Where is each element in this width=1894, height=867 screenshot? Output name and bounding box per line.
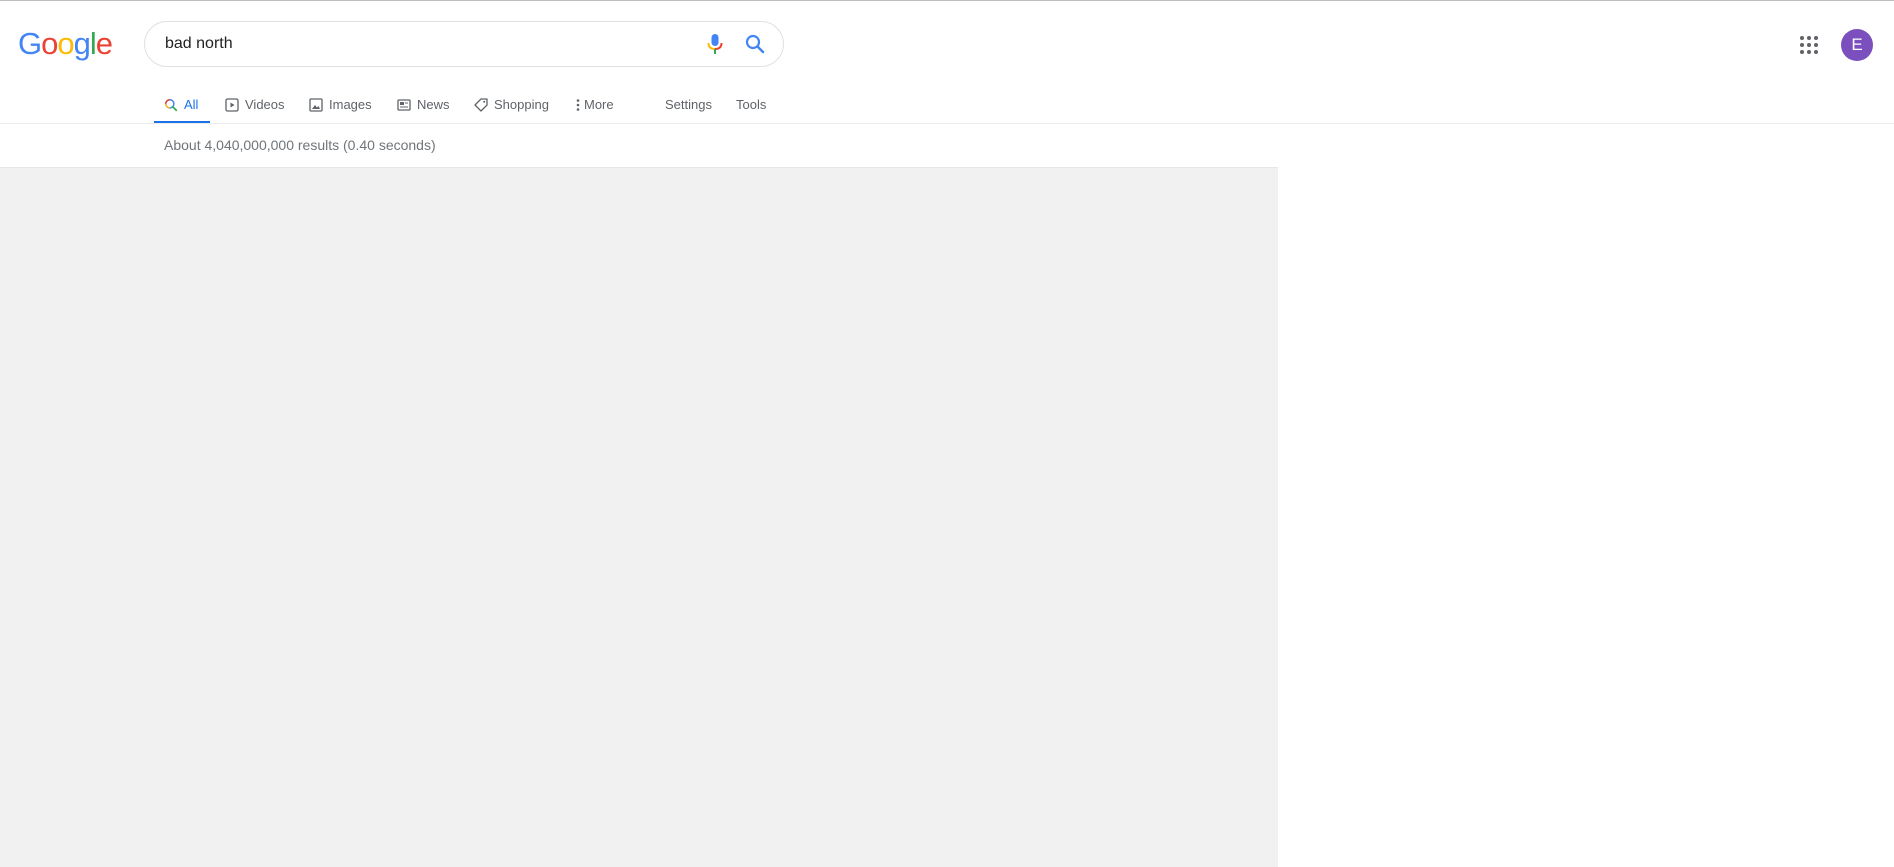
logo-letter: o <box>41 26 58 61</box>
news-icon <box>397 98 411 111</box>
tab-shopping[interactable]: Shopping <box>474 86 549 123</box>
logo-letter: G <box>18 26 42 61</box>
tab-images[interactable]: Images <box>309 86 372 123</box>
header-divider <box>0 123 1894 124</box>
search-button[interactable] <box>743 32 767 56</box>
logo-letter: o <box>57 26 74 61</box>
play-icon <box>225 97 239 112</box>
tab-all[interactable]: All <box>154 86 211 124</box>
window-top-border <box>0 0 1894 1</box>
tab-label: Tools <box>736 97 767 112</box>
search-icon <box>165 98 178 111</box>
settings-link[interactable]: Settings <box>665 86 712 123</box>
tab-label: Videos <box>245 97 285 112</box>
microphone-icon[interactable] <box>705 33 725 55</box>
logo-letter: g <box>73 26 91 61</box>
tab-label: Shopping <box>494 97 549 112</box>
search-box <box>144 21 784 67</box>
tab-label: All <box>184 97 199 112</box>
avatar[interactable]: E <box>1841 29 1873 61</box>
search-icon <box>745 34 765 54</box>
image-icon <box>309 97 323 112</box>
more-vert-icon <box>576 98 580 111</box>
tab-label: News <box>417 97 450 112</box>
search-input[interactable] <box>165 22 665 66</box>
tools-link[interactable]: Tools <box>736 86 766 123</box>
tab-more[interactable]: More <box>575 86 614 123</box>
results-loading-area <box>0 167 1278 867</box>
tag-icon <box>474 97 488 112</box>
tab-videos[interactable]: Videos <box>225 86 285 123</box>
tab-label: Images <box>329 97 372 112</box>
tab-news[interactable]: News <box>397 86 450 123</box>
apps-grid-icon[interactable] <box>1800 36 1818 54</box>
tab-label: Settings <box>665 97 712 112</box>
google-logo[interactable]: Google <box>18 26 113 62</box>
tab-label: More <box>584 97 614 112</box>
result-stats: About 4,040,000,000 results (0.40 second… <box>164 137 436 153</box>
logo-letter: e <box>95 26 113 61</box>
